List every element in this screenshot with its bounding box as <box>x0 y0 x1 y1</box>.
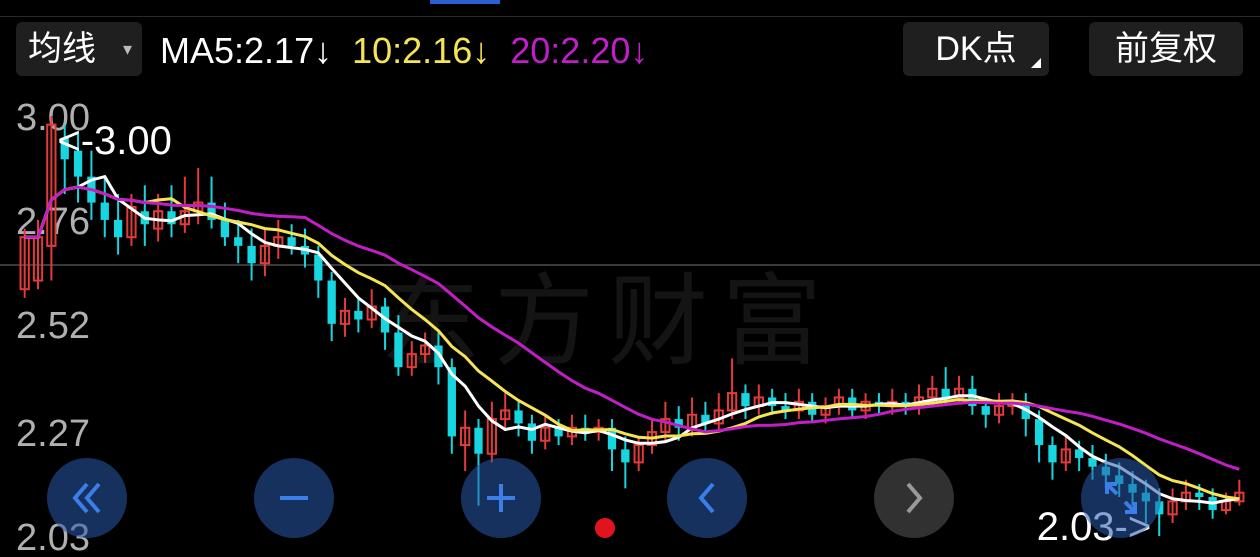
candle-body <box>327 280 336 324</box>
candle-body <box>113 219 123 238</box>
scroll-right-button[interactable] <box>874 458 954 538</box>
indicator-select-button[interactable]: 均线 ▾ <box>16 22 142 76</box>
candle-body <box>1048 445 1057 463</box>
candle-body <box>287 237 296 246</box>
scroll-left-button[interactable] <box>667 458 747 538</box>
ma-legend: MA5:2.17↓ 10:2.16↓ 20:2.20↓ <box>160 30 658 72</box>
candle-body <box>1075 449 1084 459</box>
candle-body <box>621 449 630 463</box>
candle-body <box>247 245 256 264</box>
dk-point-label: DK点 <box>935 30 1017 68</box>
ma10-value: 10:2.16↓ <box>352 30 491 71</box>
chevron-right-icon <box>906 482 923 514</box>
active-tab-indicator <box>430 0 500 4</box>
high-price-marker: <-3.00 <box>57 119 172 163</box>
candle-body <box>1034 419 1044 446</box>
scroll-far-left-button[interactable] <box>47 458 127 538</box>
candle-body <box>354 310 363 320</box>
double-chevron-left-icon <box>72 482 101 514</box>
ma5-line <box>24 174 1240 505</box>
adjust-price-label: 前复权 <box>1115 30 1217 68</box>
top-divider <box>0 16 1260 17</box>
candle-body <box>514 410 523 424</box>
y-tick-label: 2.52 <box>16 305 90 347</box>
expand-icon <box>1105 482 1137 514</box>
candle-body <box>981 406 990 415</box>
zoom-in-button[interactable] <box>461 458 541 538</box>
y-tick-label: 2.27 <box>16 413 90 455</box>
candle-body <box>941 388 950 398</box>
plus-icon <box>487 484 515 512</box>
candle-body <box>474 427 483 454</box>
candle-body <box>394 332 403 368</box>
ma5-value: MA5:2.17↓ <box>160 30 333 71</box>
kline-chart[interactable]: 3.002.762.522.272.03<-3.002.03-> <box>0 86 1260 557</box>
corner-triangle-icon <box>1031 58 1041 68</box>
zoom-out-button[interactable] <box>254 458 334 538</box>
indicator-select-label: 均线 <box>28 30 96 68</box>
ma20-line <box>24 185 1240 471</box>
candle-body <box>100 202 109 220</box>
dk-point-button[interactable]: DK点 <box>903 22 1049 76</box>
chart-toolbar: 均线 ▾ MA5:2.17↓ 10:2.16↓ 20:2.20↓ DK点 前复权 <box>0 22 1260 82</box>
candle-body <box>527 423 537 441</box>
candle-body <box>220 219 230 238</box>
minus-icon <box>280 496 308 500</box>
chevron-left-icon <box>698 482 715 514</box>
candle-body <box>1088 458 1097 467</box>
fullscreen-button[interactable] <box>1081 458 1161 538</box>
ma20-value: 20:2.20↓ <box>510 30 649 71</box>
chevron-down-icon: ▾ <box>122 39 132 59</box>
candle-body <box>741 393 750 407</box>
candle-body <box>234 237 243 246</box>
signal-dot <box>595 518 615 538</box>
ma10-line <box>24 185 1240 501</box>
candle-body <box>1195 492 1204 498</box>
adjust-price-button[interactable]: 前复权 <box>1089 22 1243 76</box>
